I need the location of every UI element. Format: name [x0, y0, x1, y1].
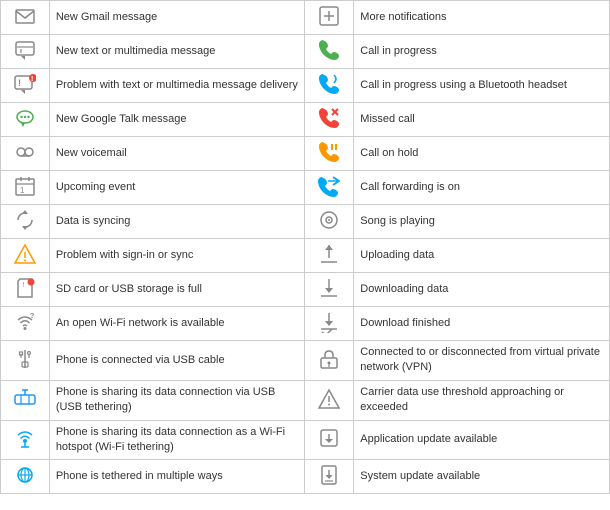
- left-icon-cell-3: [1, 103, 50, 137]
- right-icon-cell-12: [305, 420, 354, 460]
- left-icon-cell-8: !: [1, 273, 50, 307]
- left-text-cell-4: New voicemail: [49, 137, 305, 171]
- table-row: 1 Upcoming event Call forwarding is on: [1, 171, 610, 205]
- table-row: ! SD card or USB storage is full Downloa…: [1, 273, 610, 307]
- svg-text:!: !: [18, 78, 21, 88]
- left-icon-cell-5: 1: [1, 171, 50, 205]
- right-icon-cell-4: [305, 137, 354, 171]
- right-text-cell-0: More notifications: [354, 1, 610, 35]
- right-icon-cell-9: [305, 307, 354, 341]
- right-text-cell-6: Song is playing: [354, 205, 610, 239]
- table-row: Phone is sharing its data connection via…: [1, 380, 610, 420]
- table-row: Phone is tethered in multiple ways Syste…: [1, 460, 610, 494]
- right-text-cell-4: Call on hold: [354, 137, 610, 171]
- left-text-cell-3: New Google Talk message: [49, 103, 305, 137]
- left-text-cell-8: SD card or USB storage is full: [49, 273, 305, 307]
- right-text-cell-8: Downloading data: [354, 273, 610, 307]
- left-text-cell-12: Phone is sharing its data connection as …: [49, 420, 305, 460]
- right-text-cell-3: Missed call: [354, 103, 610, 137]
- right-text-cell-5: Call forwarding is on: [354, 171, 610, 205]
- svg-text:?: ?: [30, 313, 34, 320]
- right-text-cell-9: Download finished: [354, 307, 610, 341]
- left-icon-cell-10: [1, 341, 50, 381]
- left-icon-cell-4: [1, 137, 50, 171]
- left-text-cell-13: Phone is tethered in multiple ways: [49, 460, 305, 494]
- table-row: Problem with sign-in or sync Uploading d…: [1, 239, 610, 273]
- right-icon-cell-11: [305, 380, 354, 420]
- left-icon-cell-12: [1, 420, 50, 460]
- right-icon-cell-13: [305, 460, 354, 494]
- left-text-cell-0: New Gmail message: [49, 1, 305, 35]
- table-row: Phone is sharing its data connection as …: [1, 420, 610, 460]
- right-text-cell-1: Call in progress: [354, 35, 610, 69]
- right-text-cell-12: Application update available: [354, 420, 610, 460]
- left-icon-cell-0: [1, 1, 50, 35]
- right-icon-cell-1: [305, 35, 354, 69]
- notifications-table: New Gmail message More notifications New…: [0, 0, 610, 494]
- table-row: !! Problem with text or multimedia messa…: [1, 69, 610, 103]
- left-icon-cell-2: !!: [1, 69, 50, 103]
- left-text-cell-7: Problem with sign-in or sync: [49, 239, 305, 273]
- left-icon-cell-6: [1, 205, 50, 239]
- left-icon-cell-9: ?: [1, 307, 50, 341]
- right-icon-cell-3: [305, 103, 354, 137]
- left-icon-cell-11: [1, 380, 50, 420]
- svg-text:!: !: [31, 76, 33, 83]
- right-icon-cell-10: [305, 341, 354, 381]
- right-text-cell-7: Uploading data: [354, 239, 610, 273]
- right-text-cell-11: Carrier data use threshold approaching o…: [354, 380, 610, 420]
- table-row: New Gmail message More notifications: [1, 1, 610, 35]
- left-text-cell-9: An open Wi-Fi network is available: [49, 307, 305, 341]
- right-icon-cell-0: [305, 1, 354, 35]
- right-icon-cell-6: [305, 205, 354, 239]
- left-text-cell-6: Data is syncing: [49, 205, 305, 239]
- right-icon-cell-5: [305, 171, 354, 205]
- right-icon-cell-7: [305, 239, 354, 273]
- right-text-cell-2: Call in progress using a Bluetooth heads…: [354, 69, 610, 103]
- left-icon-cell-7: [1, 239, 50, 273]
- table-row: New voicemail Call on hold: [1, 137, 610, 171]
- table-row: ? An open Wi-Fi network is available Dow…: [1, 307, 610, 341]
- svg-text:1: 1: [20, 186, 25, 195]
- left-text-cell-11: Phone is sharing its data connection via…: [49, 380, 305, 420]
- table-row: New Google Talk message Missed call: [1, 103, 610, 137]
- left-icon-cell-1: [1, 35, 50, 69]
- right-text-cell-13: System update available: [354, 460, 610, 494]
- right-icon-cell-8: [305, 273, 354, 307]
- left-text-cell-1: New text or multimedia message: [49, 35, 305, 69]
- table-row: New text or multimedia message Call in p…: [1, 35, 610, 69]
- right-text-cell-10: Connected to or disconnected from virtua…: [354, 341, 610, 381]
- table-row: Data is syncing Song is playing: [1, 205, 610, 239]
- left-icon-cell-13: [1, 460, 50, 494]
- left-text-cell-2: Problem with text or multimedia message …: [49, 69, 305, 103]
- left-text-cell-5: Upcoming event: [49, 171, 305, 205]
- table-row: Phone is connected via USB cable Connect…: [1, 341, 610, 381]
- right-icon-cell-2: [305, 69, 354, 103]
- left-text-cell-10: Phone is connected via USB cable: [49, 341, 305, 381]
- svg-text:!: !: [22, 282, 24, 289]
